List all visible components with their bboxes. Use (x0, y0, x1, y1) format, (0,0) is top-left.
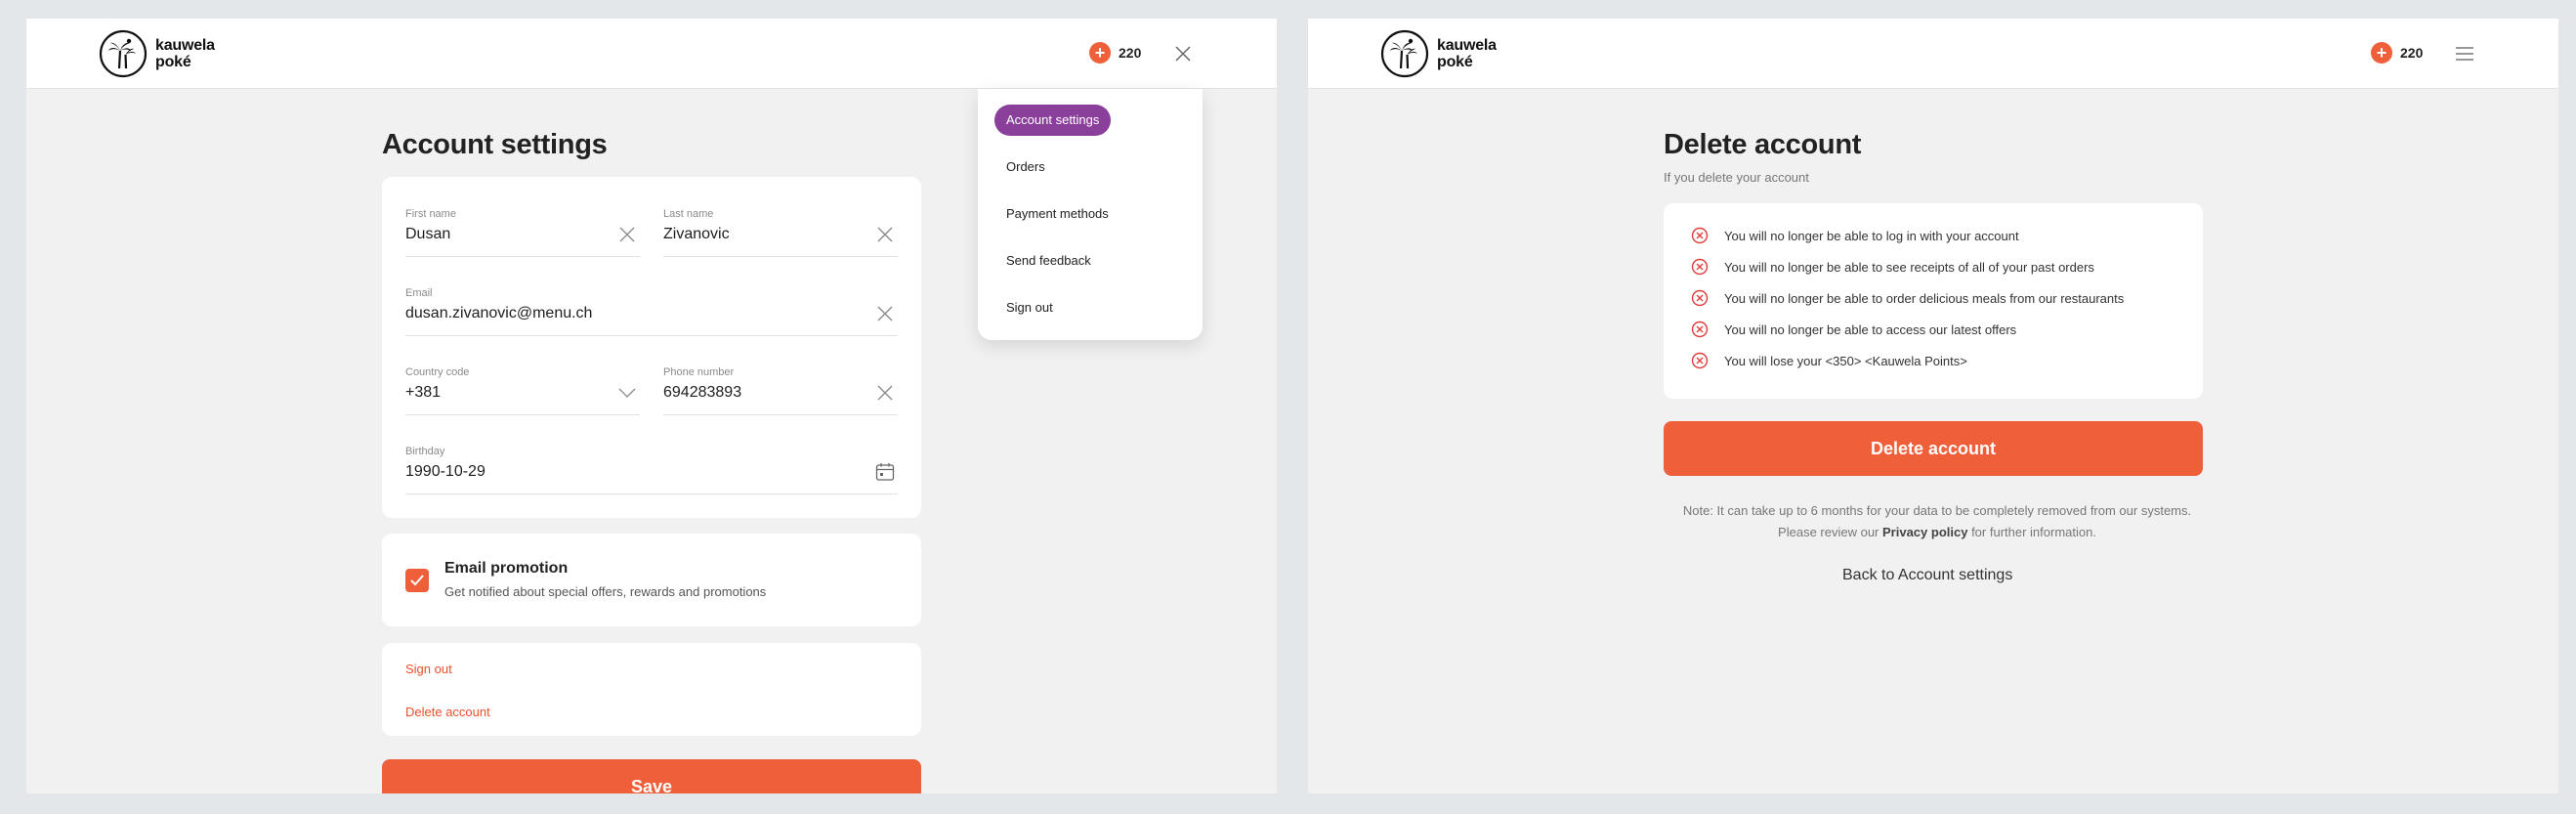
note-line-2: Please review our Privacy policy for fur… (1664, 522, 2211, 543)
palm-logo-icon (1380, 29, 1429, 78)
close-icon (1175, 46, 1191, 62)
email-promotion-description: Get notified about special offers, rewar… (444, 584, 767, 599)
points-value: 220 (1119, 45, 1142, 61)
delete-account-link[interactable]: Delete account (405, 705, 490, 719)
page-title: Account settings (382, 129, 608, 160)
clear-icon (877, 385, 893, 401)
chevron-down-icon (618, 388, 636, 398)
clear-email-button[interactable] (874, 303, 896, 324)
brand-line-2: poké (155, 54, 191, 70)
consequence-text: You will no longer be able to order deli… (1724, 290, 2125, 306)
hamburger-menu-icon (2456, 47, 2473, 61)
email-value[interactable]: dusan.zivanovic@menu.ch (405, 305, 592, 322)
email-field[interactable]: Email dusan.zivanovic@menu.ch (405, 287, 898, 336)
x-circle-icon (1691, 321, 1709, 338)
x-circle-icon (1691, 258, 1709, 276)
x-circle-icon (1691, 289, 1709, 307)
brand-name: kauwela poké (155, 37, 215, 70)
consequence-item: You will no longer be able to see receip… (1691, 256, 2094, 278)
birthday-field[interactable]: Birthday 1990-10-29 (405, 446, 898, 494)
consequence-text: You will no longer be able to access our… (1724, 321, 2017, 337)
save-button[interactable]: Save (382, 759, 921, 793)
clear-last-name-button[interactable] (874, 224, 896, 245)
email-promotion-checkbox[interactable] (405, 569, 429, 592)
brand-logo[interactable]: kauwela poké (1380, 29, 1497, 78)
last-name-value[interactable]: Zivanovic (663, 226, 730, 243)
consequence-item: You will no longer be able to log in wit… (1691, 225, 2019, 246)
first-name-label: First name (405, 208, 456, 220)
page-subtitle: If you delete your account (1664, 170, 1809, 185)
last-name-label: Last name (663, 208, 714, 220)
last-name-field[interactable]: Last name Zivanovic (663, 208, 898, 257)
x-circle-icon (1691, 227, 1709, 244)
clear-phone-button[interactable] (874, 382, 896, 404)
brand-line-1: kauwela (155, 37, 215, 54)
consequences-card: You will no longer be able to log in wit… (1664, 203, 2203, 399)
consequence-text: You will lose your <350> <Kauwela Points… (1724, 353, 1967, 368)
menu-item-orders[interactable]: Orders (994, 151, 1057, 183)
consequence-item: You will lose your <350> <Kauwela Points… (1691, 350, 1967, 371)
sign-out-link[interactable]: Sign out (405, 662, 452, 676)
personal-details-card: First name Dusan Last name Zivanovic Ema… (382, 177, 921, 518)
note-line-2-suffix: for further information. (1967, 525, 2096, 539)
first-name-value[interactable]: Dusan (405, 226, 450, 243)
clear-first-name-button[interactable] (616, 224, 638, 245)
x-circle-icon (1691, 352, 1709, 369)
brand-line-1: kauwela (1437, 37, 1497, 54)
back-to-account-settings-link[interactable]: Back to Account settings (1842, 567, 2012, 584)
checkmark-icon (410, 575, 424, 586)
open-calendar-button[interactable] (874, 461, 896, 483)
calendar-icon (875, 463, 895, 481)
consequence-item: You will no longer be able to access our… (1691, 319, 2016, 340)
top-bar: kauwela poké + 220 (1308, 19, 2558, 89)
points-value: 220 (2400, 45, 2424, 61)
consequence-item: You will no longer be able to order deli… (1691, 287, 2124, 309)
points-badge[interactable]: + 220 (1089, 42, 1141, 64)
country-code-label: Country code (405, 366, 470, 378)
note-line-2-prefix: Please review our (1778, 525, 1882, 539)
account-menu-dropdown: Account settings Orders Payment methods … (978, 89, 1203, 340)
consequence-text: You will no longer be able to see receip… (1724, 259, 2094, 275)
points-badge[interactable]: + 220 (2371, 42, 2423, 64)
clear-icon (877, 227, 893, 242)
data-removal-note: Note: It can take up to 6 months for you… (1664, 500, 2211, 543)
plus-icon: + (1089, 42, 1111, 64)
consequence-text: You will no longer be able to log in wit… (1724, 228, 2019, 243)
email-promotion-title: Email promotion (444, 560, 569, 577)
page-title: Delete account (1664, 129, 1862, 160)
top-bar: kauwela poké + 220 (26, 19, 1277, 89)
account-settings-screen: kauwela poké + 220 Account settings Firs… (26, 19, 1277, 793)
email-label: Email (405, 287, 433, 299)
plus-icon: + (2371, 42, 2392, 64)
close-menu-button[interactable] (1167, 38, 1199, 69)
menu-item-sign-out[interactable]: Sign out (994, 292, 1065, 323)
privacy-policy-link[interactable]: Privacy policy (1882, 525, 1967, 539)
country-code-select[interactable]: Country code +381 (405, 366, 640, 415)
menu-item-send-feedback[interactable]: Send feedback (994, 245, 1103, 277)
delete-account-screen: kauwela poké + 220 Delete account If you… (1308, 19, 2558, 793)
menu-item-account-settings[interactable]: Account settings (994, 105, 1112, 136)
country-code-value[interactable]: +381 (405, 384, 441, 402)
note-line-1: Note: It can take up to 6 months for you… (1682, 503, 2192, 518)
brand-logo[interactable]: kauwela poké (99, 29, 215, 78)
country-code-dropdown[interactable] (616, 382, 638, 404)
brand-name: kauwela poké (1437, 37, 1497, 70)
menu-item-payment-methods[interactable]: Payment methods (994, 198, 1120, 230)
birthday-value[interactable]: 1990-10-29 (405, 463, 486, 481)
palm-logo-icon (99, 29, 148, 78)
brand-line-2: poké (1437, 54, 1473, 70)
clear-icon (619, 227, 635, 242)
phone-number-label: Phone number (663, 366, 735, 378)
first-name-field[interactable]: First name Dusan (405, 208, 640, 257)
delete-account-button[interactable]: Delete account (1664, 421, 2203, 476)
phone-number-field[interactable]: Phone number 694283893 (663, 366, 898, 415)
birthday-label: Birthday (405, 446, 445, 457)
open-menu-button[interactable] (2449, 38, 2480, 69)
account-actions-card: Sign out Delete account (382, 643, 921, 736)
phone-number-value[interactable]: 694283893 (663, 384, 741, 402)
email-promotion-card: Email promotion Get notified about speci… (382, 534, 921, 626)
clear-icon (877, 306, 893, 321)
